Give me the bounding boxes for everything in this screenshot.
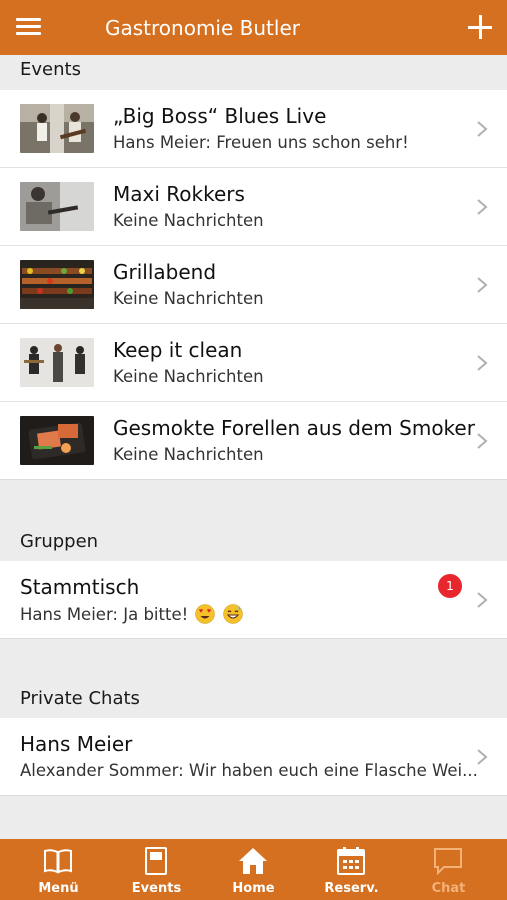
chevron-right-icon xyxy=(477,121,488,137)
chevron-right-icon xyxy=(477,277,488,293)
unread-count-badge: 1 xyxy=(438,574,462,598)
group-last-message: Hans Meier: Ja bitte! xyxy=(20,604,243,624)
chat-partner-name: Hans Meier xyxy=(20,732,133,756)
app-header: Gastronomie Butler xyxy=(0,0,507,55)
event-thumbnail xyxy=(20,416,94,465)
tab-label: Home xyxy=(232,881,275,896)
chevron-right-icon xyxy=(477,749,488,765)
event-thumbnail xyxy=(20,104,94,153)
hamburger-icon[interactable] xyxy=(16,18,41,36)
section-header-private-chats: Private Chats xyxy=(0,672,507,719)
event-thumbnail xyxy=(20,338,94,387)
event-title: Keep it clean xyxy=(113,338,243,362)
chevron-right-icon xyxy=(477,199,488,215)
group-last-message-text: Hans Meier: Ja bitte! xyxy=(20,605,189,624)
section-title: Private Chats xyxy=(20,688,140,709)
calendar-icon xyxy=(337,847,365,875)
app-title: Gastronomie Butler xyxy=(105,16,300,40)
heart-eyes-emoji-icon xyxy=(195,604,216,624)
event-thumbnail xyxy=(20,182,94,231)
bottom-tab-bar: Menü Events Home Reserv. Chat xyxy=(0,839,507,900)
book-icon xyxy=(44,849,72,874)
events-list: „Big Boss“ Blues Live Hans Meier: Freuen… xyxy=(0,90,507,480)
private-chat-row[interactable]: Hans Meier Alexander Sommer: Wir haben e… xyxy=(0,718,507,796)
tab-home[interactable]: Home xyxy=(203,839,304,900)
event-title: Maxi Rokkers xyxy=(113,182,245,206)
event-row[interactable]: Grillabend Keine Nachrichten xyxy=(0,246,507,324)
section-title: Gruppen xyxy=(20,531,99,552)
event-row[interactable]: Gesmokte Forellen aus dem Smoker Keine N… xyxy=(0,402,507,480)
event-title: „Big Boss“ Blues Live xyxy=(113,104,327,128)
section-header-events: Events xyxy=(0,55,507,90)
event-last-message: Hans Meier: Freuen uns schon sehr! xyxy=(113,133,409,152)
tab-label: Events xyxy=(131,881,182,896)
chevron-right-icon xyxy=(477,433,488,449)
chevron-right-icon xyxy=(477,355,488,371)
tab-label: Reserv. xyxy=(324,881,379,896)
tab-reservations[interactable]: Reserv. xyxy=(301,839,402,900)
event-last-message: Keine Nachrichten xyxy=(113,289,264,308)
tab-label: Menü xyxy=(38,881,79,896)
event-row[interactable]: Keep it clean Keine Nachrichten xyxy=(0,324,507,402)
event-last-message: Keine Nachrichten xyxy=(113,211,264,230)
group-title: Stammtisch xyxy=(20,575,140,599)
home-icon xyxy=(239,848,267,874)
event-last-message: Keine Nachrichten xyxy=(113,445,264,464)
event-row[interactable]: Maxi Rokkers Keine Nachrichten xyxy=(0,168,507,246)
tab-menu[interactable]: Menü xyxy=(8,839,109,900)
tab-chat[interactable]: Chat xyxy=(398,839,499,900)
private-chats-list: Hans Meier Alexander Sommer: Wir haben e… xyxy=(0,718,507,796)
chat-bubble-icon xyxy=(434,848,462,876)
event-title: Grillabend xyxy=(113,260,217,284)
tab-label: Chat xyxy=(431,881,466,896)
event-row[interactable]: „Big Boss“ Blues Live Hans Meier: Freuen… xyxy=(0,90,507,168)
chat-last-message: Alexander Sommer: Wir haben euch eine Fl… xyxy=(20,761,478,780)
section-header-groups: Gruppen xyxy=(0,515,507,562)
groups-list: Stammtisch Hans Meier: Ja bitte! 1 xyxy=(0,561,507,639)
group-row[interactable]: Stammtisch Hans Meier: Ja bitte! 1 xyxy=(0,561,507,639)
event-last-message: Keine Nachrichten xyxy=(113,367,264,386)
event-title: Gesmokte Forellen aus dem Smoker xyxy=(113,416,475,440)
tab-events[interactable]: Events xyxy=(106,839,207,900)
chat-list-content[interactable]: Events „Big Boss“ Blues Live Hans Meier:… xyxy=(0,55,507,839)
section-title: Events xyxy=(20,59,81,80)
chevron-right-icon xyxy=(477,592,488,608)
event-card-icon xyxy=(145,847,167,875)
plus-icon[interactable] xyxy=(468,15,492,39)
grinning-sweat-emoji-icon xyxy=(222,604,243,624)
event-thumbnail xyxy=(20,260,94,309)
